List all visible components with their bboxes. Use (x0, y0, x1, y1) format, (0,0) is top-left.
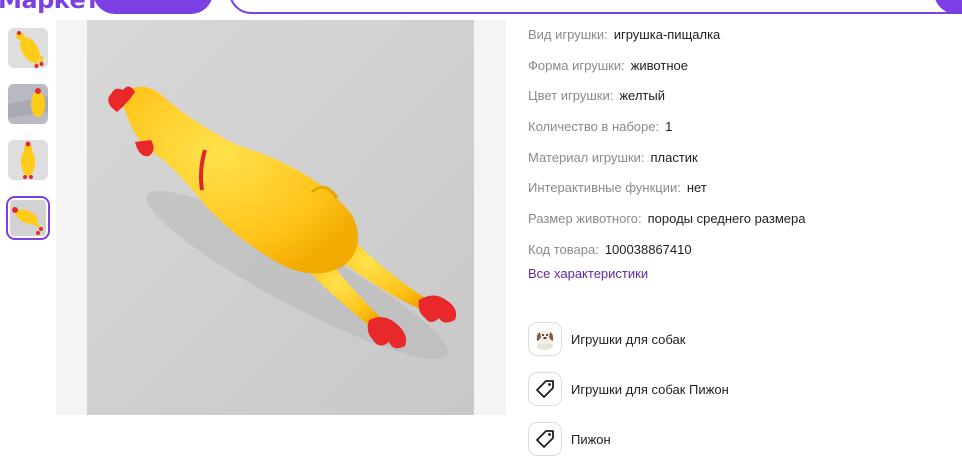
product-photo-area (56, 20, 506, 415)
spec-value: 100038867410 (604, 241, 692, 257)
catalog-button[interactable] (93, 0, 213, 14)
thumbnail-3[interactable] (8, 140, 48, 180)
chicken-toy-image (10, 200, 46, 236)
tag-icon (528, 372, 562, 406)
spec-label: Цвет игрушки: (528, 88, 614, 104)
dog-icon (528, 322, 562, 356)
spec-row: Размер животного: породы среднего размера (528, 204, 958, 235)
category-label: Игрушки для собак Пижон (571, 381, 729, 397)
category-label: Игрушки для собак (571, 331, 686, 347)
chicken-toy-image (8, 140, 48, 180)
chicken-toy-image (8, 28, 48, 68)
thumbnail-list (6, 28, 52, 256)
spec-value: 1 (665, 119, 673, 135)
search-input[interactable] (229, 0, 962, 14)
category-link-pijon[interactable]: Пижон (528, 421, 611, 457)
chicken-toy-image (8, 84, 48, 124)
spec-label: Количество в наборе: (528, 119, 660, 135)
product-specs: Вид игрушки: игрушка-пищалка Форма игрушк… (528, 20, 958, 266)
all-specs-link[interactable]: Все характеристики (528, 266, 648, 281)
market-logo[interactable]: Маркет (0, 0, 99, 14)
spec-label: Форма игрушки: (528, 57, 625, 73)
category-link-dog-toys-pijon[interactable]: Игрушки для собак Пижон (528, 371, 729, 407)
spec-row: Материал игрушки: пластик (528, 143, 958, 174)
spec-label: Вид игрушки: (528, 27, 608, 42)
thumbnail-2[interactable] (8, 84, 48, 124)
spec-value: животное (630, 57, 688, 73)
spec-value: пластик (650, 149, 698, 165)
tag-icon (528, 422, 562, 456)
spec-row: Вид игрушки: игрушка-пищалка (528, 20, 958, 51)
spec-value: игрушка-пищалка (613, 27, 721, 42)
spec-row: Интерактивные функции: нет (528, 173, 958, 204)
product-photo[interactable] (87, 20, 474, 415)
spec-label: Размер животного: (528, 211, 642, 227)
spec-value: желтый (619, 88, 665, 104)
spec-row: Количество в наборе: 1 (528, 112, 958, 143)
spec-row: Код товара: 100038867410 (528, 235, 958, 266)
spec-row: Форма игрушки: животное (528, 51, 958, 82)
spec-row: Цвет игрушки: желтый (528, 81, 958, 112)
top-header: Маркет (0, 0, 962, 18)
thumbnail-4-selected[interactable] (6, 196, 50, 240)
spec-label: Материал игрушки: (528, 149, 645, 165)
thumbnail-1[interactable] (8, 28, 48, 68)
spec-value: породы среднего размера (647, 211, 806, 227)
category-label: Пижон (571, 431, 611, 447)
spec-label: Код товара: (528, 241, 599, 257)
spec-value: нет (686, 180, 707, 196)
rubber-chicken-image (87, 20, 474, 415)
spec-label: Интерактивные функции: (528, 180, 681, 196)
category-link-dog-toys[interactable]: Игрушки для собак (528, 321, 685, 357)
